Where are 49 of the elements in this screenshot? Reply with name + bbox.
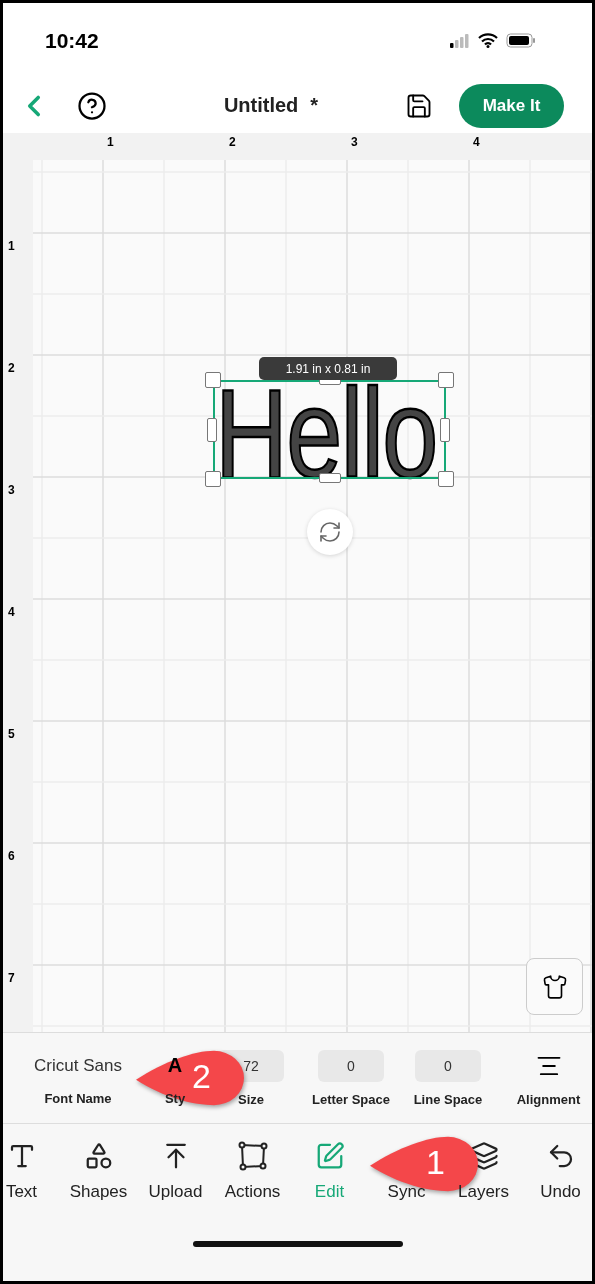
rotate-icon: [318, 520, 342, 544]
font-name-value[interactable]: Cricut Sans: [34, 1050, 122, 1081]
resize-handle[interactable]: [438, 372, 454, 388]
ruler-label: 4: [473, 135, 480, 149]
property-label: Line Space: [413, 1091, 483, 1107]
property-label: Sty: [164, 1090, 186, 1106]
ruler-label: 3: [8, 483, 15, 497]
vector-shape-icon: [237, 1141, 268, 1171]
resize-handle[interactable]: [207, 418, 217, 442]
property-label: Alignment: [516, 1091, 581, 1107]
resize-handle[interactable]: [205, 372, 221, 388]
rotate-button[interactable]: [307, 509, 353, 555]
toolbar-tab[interactable]: Actions: [214, 1140, 291, 1236]
ruler-label: 6: [8, 849, 15, 863]
ruler-label: 7: [8, 971, 15, 985]
resize-handle[interactable]: [440, 418, 450, 442]
project-title: Untitled *: [222, 94, 320, 117]
ruler-label: 1: [107, 135, 114, 149]
property-label: Font Name: [44, 1090, 112, 1106]
ruler-label: 2: [8, 361, 15, 375]
status-time: 10:42: [45, 28, 99, 53]
signal-icon: [450, 33, 470, 48]
input-field[interactable]: 0: [318, 1049, 384, 1082]
toolbar-tab[interactable]: Layers: [445, 1140, 522, 1236]
property-label: Size: [238, 1091, 264, 1107]
battery-icon: [506, 33, 536, 48]
input-field[interactable]: 0: [415, 1049, 481, 1082]
make-it-button[interactable]: Make It: [459, 83, 564, 128]
ruler-label: 1: [8, 239, 15, 253]
callout-number: 1: [426, 1143, 445, 1182]
toolbar-tab[interactable]: Text: [3, 1140, 60, 1236]
resize-handle[interactable]: [205, 471, 221, 487]
ruler-label: 4: [8, 605, 15, 619]
callout-number: 2: [192, 1057, 211, 1096]
help-icon: [77, 90, 107, 121]
resize-handle[interactable]: [438, 471, 454, 487]
shirt-icon: [541, 973, 568, 1000]
help-button[interactable]: [77, 90, 107, 121]
toolbar-tab[interactable]: Upload: [137, 1140, 214, 1236]
property-label: Letter Space: [311, 1091, 390, 1107]
shirt-button[interactable]: [526, 958, 583, 1015]
toolbar-tab[interactable]: Undo: [522, 1140, 592, 1236]
dimension-tooltip: 1.91 in x 0.81 in: [259, 357, 397, 380]
ruler-label: 2: [229, 135, 236, 149]
wifi-icon: [478, 33, 498, 48]
ruler-label: 3: [351, 135, 358, 149]
ruler-label: 5: [8, 727, 15, 741]
toolbar-tab[interactable]: Shapes: [60, 1140, 137, 1236]
font-style-value[interactable]: A: [167, 1050, 183, 1081]
